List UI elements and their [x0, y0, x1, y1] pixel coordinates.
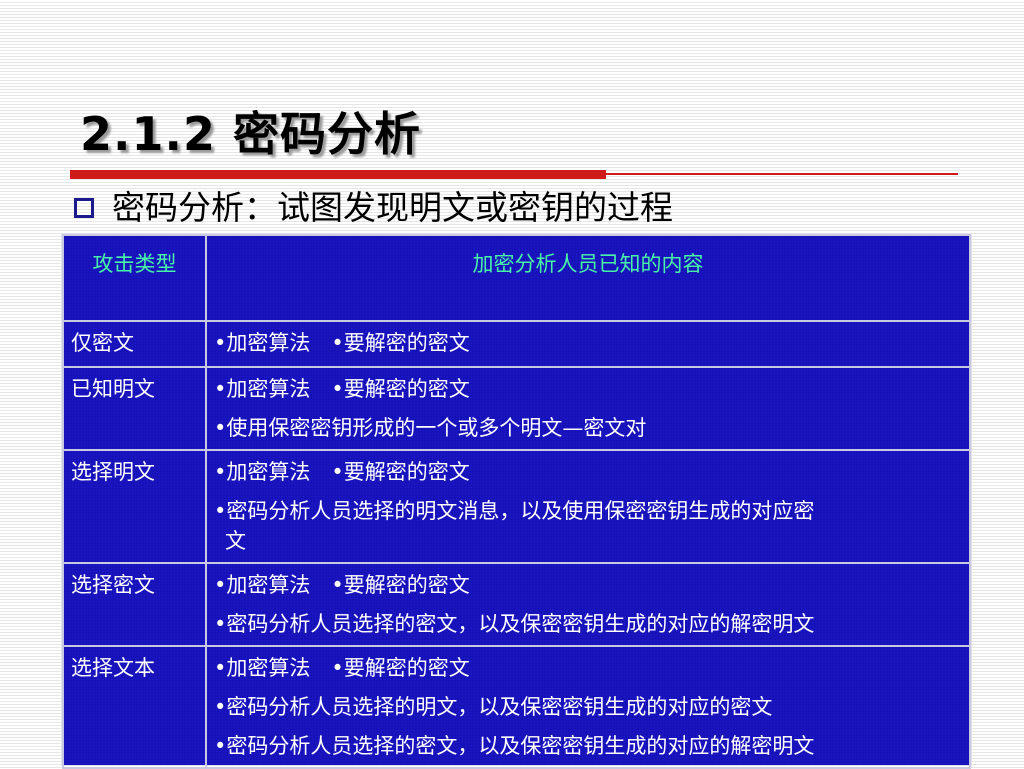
cell-known-content: •加密算法 •要解密的密文 •密码分析人员选择的密文，以及保密密钥生成的对应的解… — [205, 562, 971, 647]
known-item-continuation: 文 — [225, 529, 246, 553]
table-row: 选择密文 •加密算法 •要解密的密文 •密码分析人员选择的密文，以及保密密钥生成… — [62, 562, 971, 647]
header-known-content: 加密分析人员已知的内容 — [205, 234, 971, 322]
table-header-row: 攻击类型 加密分析人员已知的内容 — [62, 234, 971, 322]
bullet-text: 密码分析：试图发现明文或密钥的过程 — [112, 188, 673, 227]
slide-title: 2.1.2 密码分析 — [80, 107, 421, 161]
cell-attack-type: 已知明文 — [62, 366, 207, 451]
known-item: •使用保密密钥形成的一个或多个明文—密文对 — [214, 416, 647, 440]
cell-known-content: •加密算法 •要解密的密文 •使用保密密钥形成的一个或多个明文—密文对 — [205, 366, 971, 451]
attack-types-table: 攻击类型 加密分析人员已知的内容 仅密文 •加密算法 •要解密的密文 已知明文 … — [61, 233, 972, 769]
known-item: •加密算法 •要解密的密文 — [214, 377, 470, 401]
title-accent-bar — [70, 170, 606, 179]
table-row: 仅密文 •加密算法 •要解密的密文 — [62, 320, 971, 368]
known-item: •密码分析人员选择的密文，以及保密密钥生成的对应的解密明文 — [214, 612, 815, 636]
known-item: •密码分析人员选择的密文，以及保密密钥生成的对应的解密明文 — [214, 734, 815, 758]
header-attack-type: 攻击类型 — [62, 234, 207, 322]
cell-attack-type: 选择明文 — [62, 449, 207, 564]
known-item: •加密算法 •要解密的密文 — [214, 460, 470, 484]
known-item: •密码分析人员选择的明文消息，以及使用保密密钥生成的对应密 — [214, 499, 815, 523]
known-item: •加密算法 •要解密的密文 — [214, 573, 470, 597]
cell-known-content: •加密算法 •要解密的密文 •密码分析人员选择的明文，以及保密密钥生成的对应的密… — [205, 645, 971, 769]
known-item: •加密算法 •要解密的密文 — [214, 331, 470, 355]
known-item: •密码分析人员选择的明文，以及保密密钥生成的对应的密文 — [214, 695, 773, 719]
cell-known-content: •加密算法 •要解密的密文 •密码分析人员选择的明文消息，以及使用保密密钥生成的… — [205, 449, 971, 564]
title-underline-rule — [606, 173, 958, 175]
cell-attack-type: 仅密文 — [62, 320, 207, 368]
table-row: 选择文本 •加密算法 •要解密的密文 •密码分析人员选择的明文，以及保密密钥生成… — [62, 645, 971, 769]
cell-known-content: •加密算法 •要解密的密文 — [205, 320, 971, 368]
square-bullet-icon — [74, 198, 94, 218]
known-item: •加密算法 •要解密的密文 — [214, 656, 470, 680]
table-row: 已知明文 •加密算法 •要解密的密文 •使用保密密钥形成的一个或多个明文—密文对 — [62, 366, 971, 451]
cell-attack-type: 选择文本 — [62, 645, 207, 769]
bullet-item: 密码分析：试图发现明文或密钥的过程 — [74, 185, 673, 231]
table-row: 选择明文 •加密算法 •要解密的密文 •密码分析人员选择的明文消息，以及使用保密… — [62, 449, 971, 564]
cell-attack-type: 选择密文 — [62, 562, 207, 647]
